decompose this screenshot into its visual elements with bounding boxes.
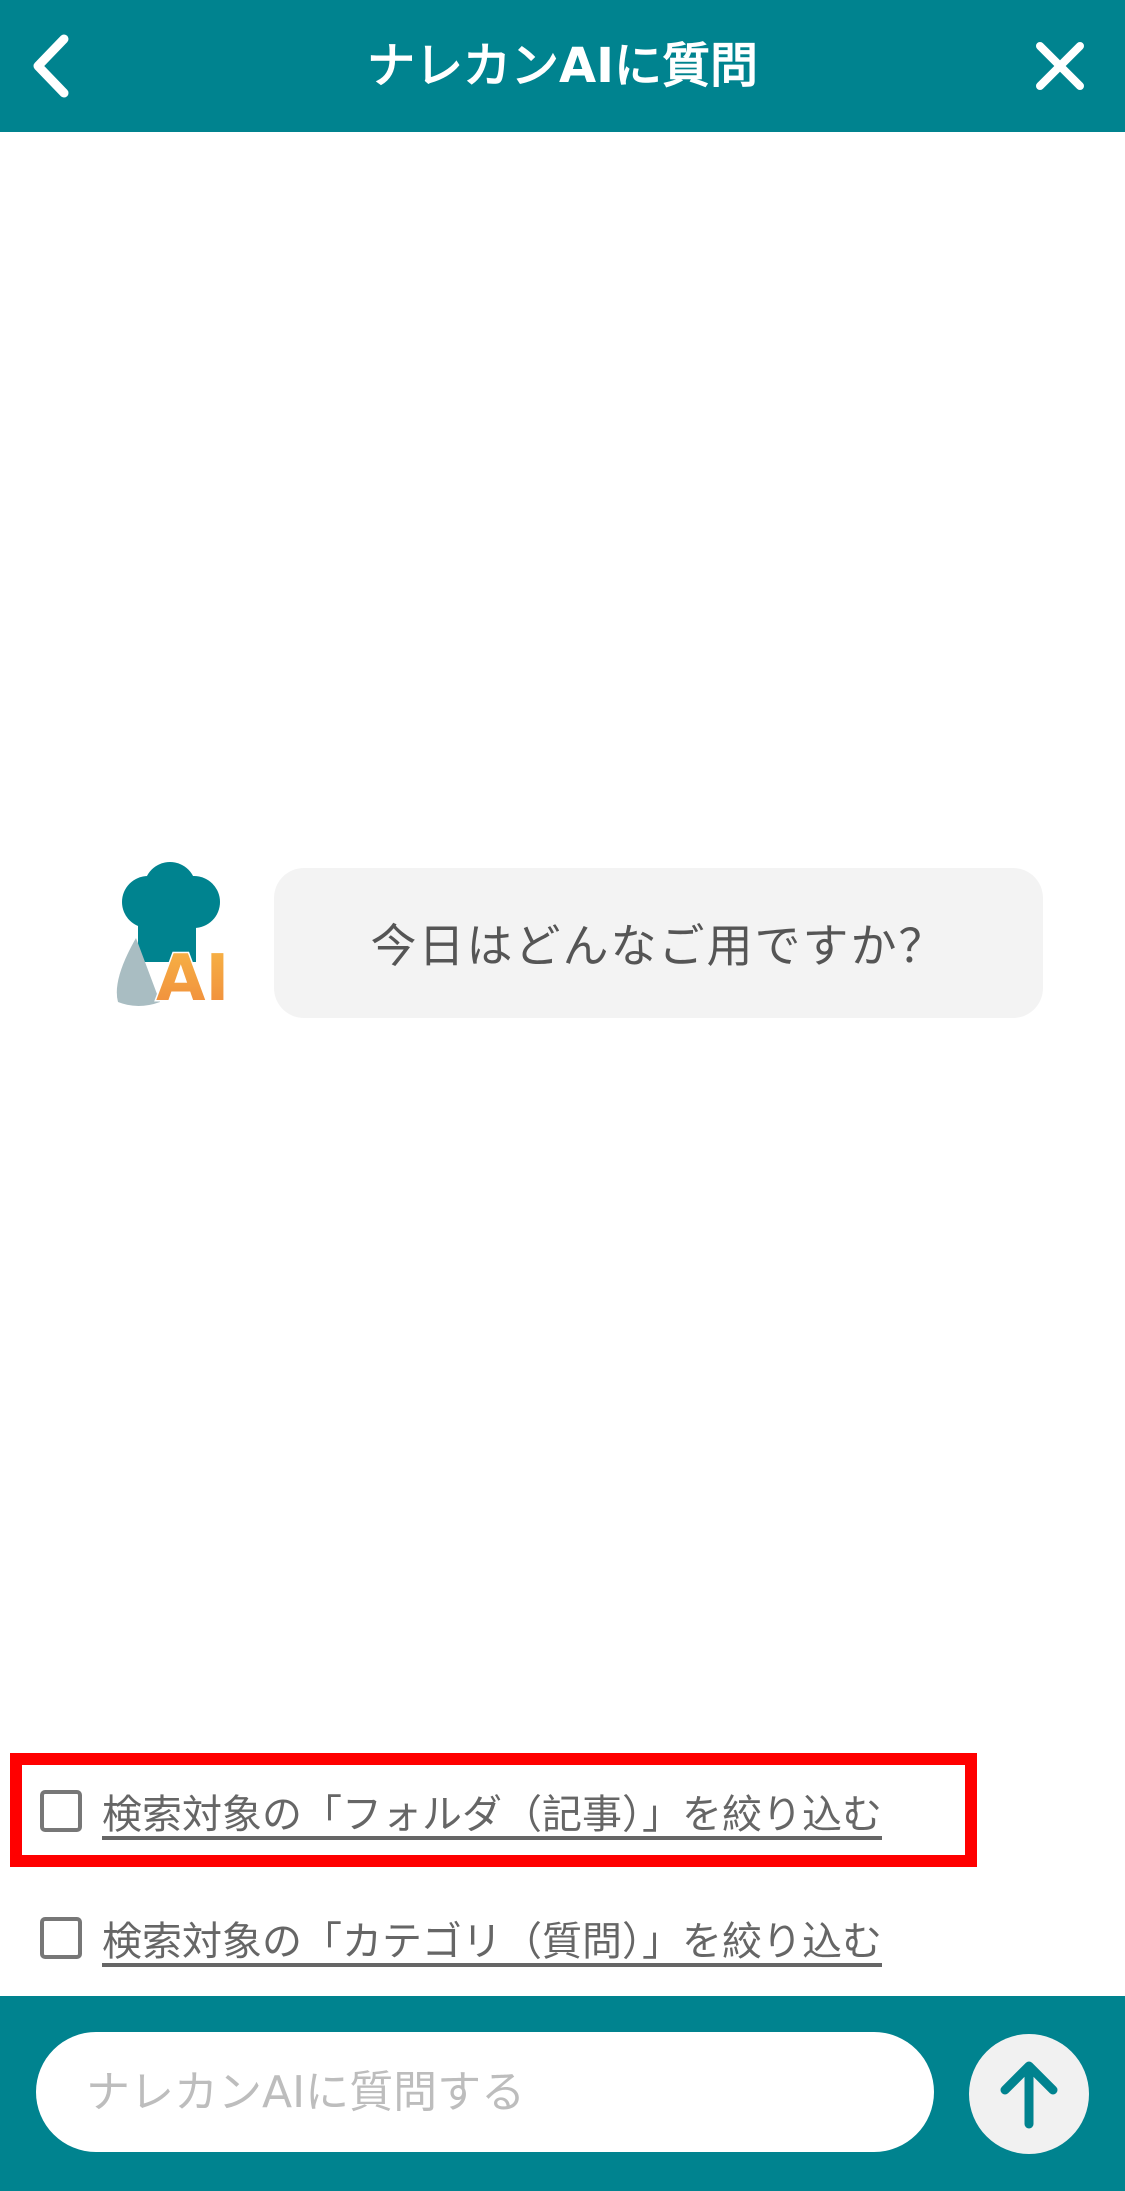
category-filter-checkbox[interactable]	[40, 1917, 82, 1959]
question-input[interactable]	[36, 2032, 934, 2152]
close-icon	[1036, 42, 1084, 90]
send-button[interactable]	[969, 2034, 1089, 2154]
back-button[interactable]	[14, 26, 88, 106]
header-bar: ナレカンAIに質問	[0, 0, 1125, 132]
filter-folder[interactable]: 検索対象の「フォルダ（記事）」を絞り込む	[40, 1781, 882, 1841]
category-filter-label[interactable]: 検索対象の「カテゴリ（質問）」を絞り込む	[102, 1909, 882, 1967]
ai-chef-icon: AI	[116, 862, 231, 1018]
filter-category[interactable]: 検索対象の「カテゴリ（質問）」を絞り込む	[40, 1908, 882, 1968]
chevron-left-icon	[33, 34, 69, 98]
ai-avatar-text: AI	[156, 942, 229, 1010]
ai-avatar: AI	[108, 860, 238, 1018]
input-bar	[0, 1996, 1125, 2191]
folder-filter-checkbox[interactable]	[40, 1790, 82, 1832]
page-title: ナレカンAIに質問	[366, 38, 758, 94]
close-button[interactable]	[1015, 26, 1105, 106]
arrow-up-icon	[1000, 2061, 1058, 2129]
ai-message-bubble: 今日はどんなご用ですか？	[274, 868, 1043, 1018]
chat-area: AI 今日はどんなご用ですか？	[0, 132, 1125, 1732]
folder-filter-label[interactable]: 検索対象の「フォルダ（記事）」を絞り込む	[102, 1782, 882, 1840]
